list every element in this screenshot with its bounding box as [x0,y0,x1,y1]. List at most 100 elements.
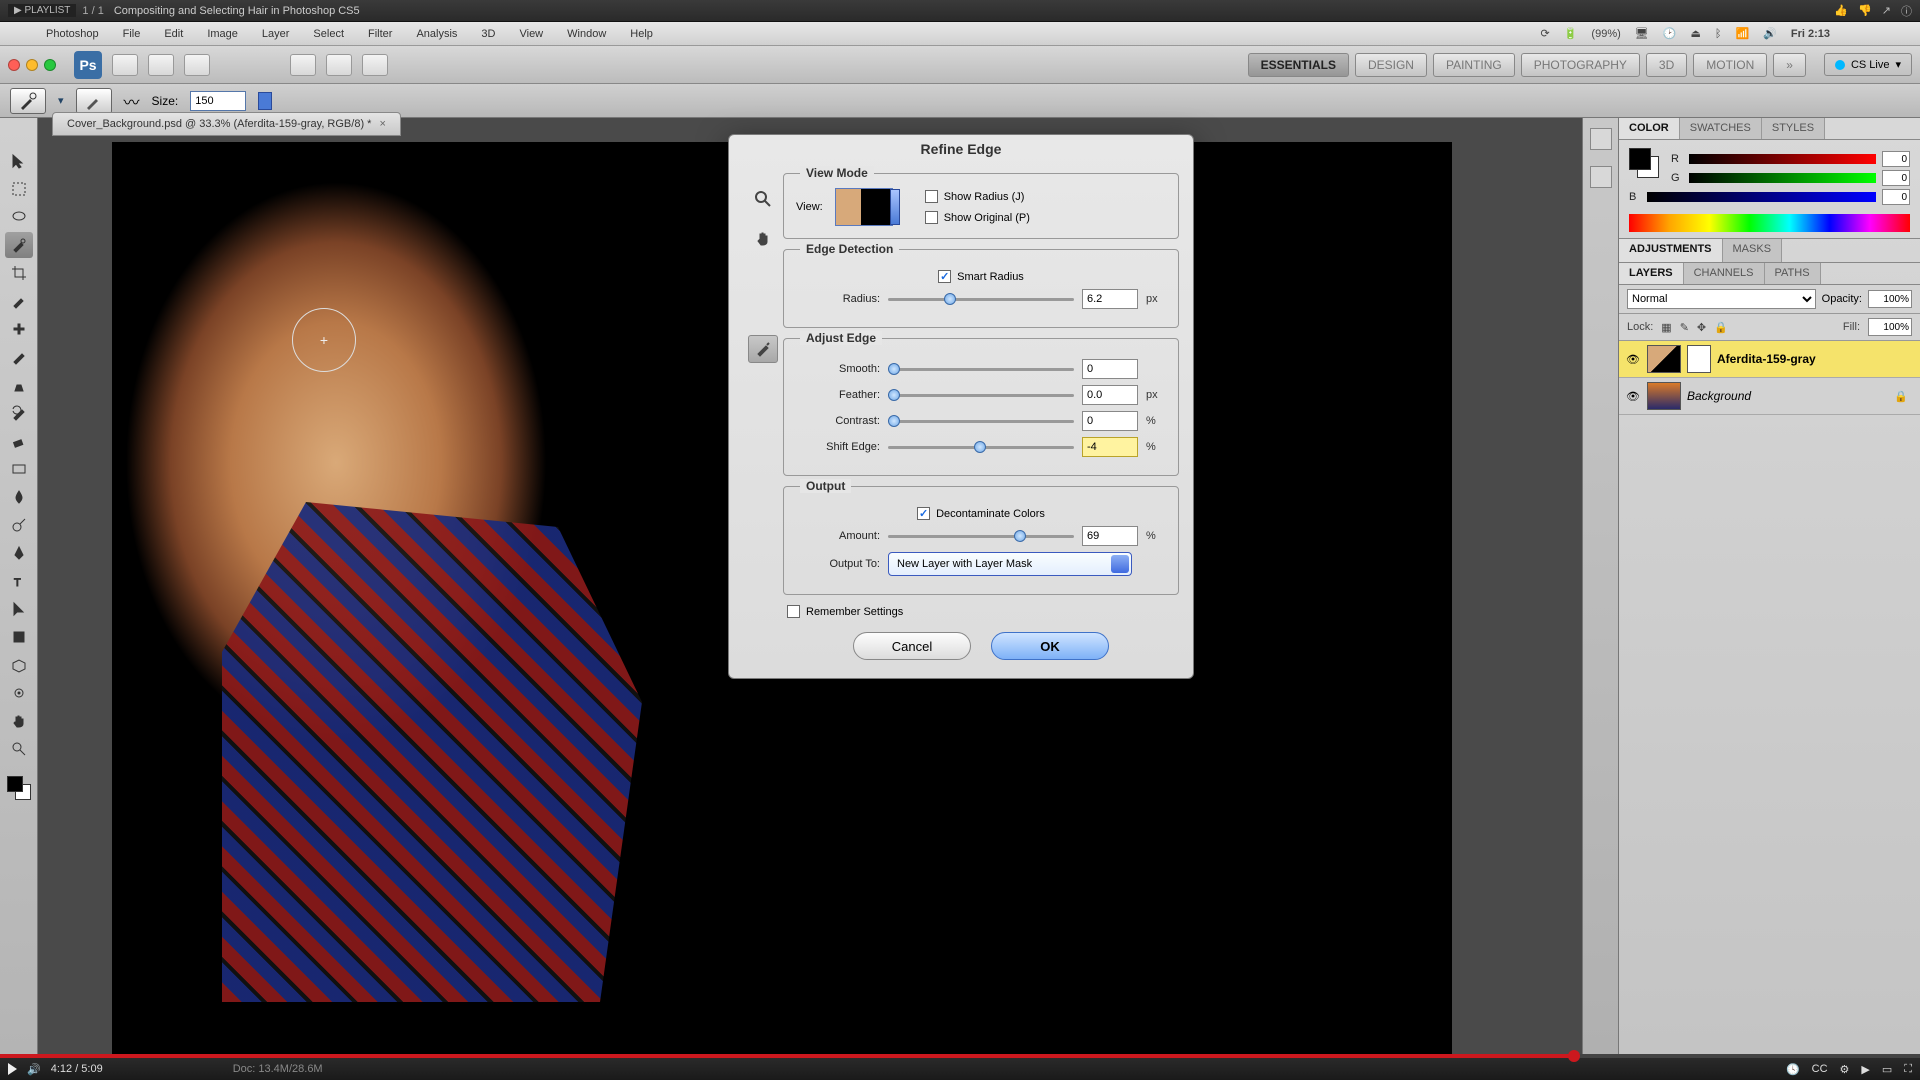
layer-thumbnail[interactable] [1647,382,1681,410]
tab-channels[interactable]: CHANNELS [1684,263,1765,284]
close-window-button[interactable] [8,59,20,71]
tab-layers[interactable]: LAYERS [1619,263,1684,284]
output-to-select[interactable]: New Layer with Layer Mask [888,552,1132,576]
shift-edge-slider[interactable] [888,439,1074,455]
menu-view[interactable]: View [519,28,543,40]
pen-tool[interactable] [5,540,33,566]
video-progress[interactable] [0,1054,1920,1058]
history-brush-tool[interactable] [5,400,33,426]
lock-all-icon[interactable]: 🔒 [1714,321,1728,334]
r-value[interactable] [1882,151,1910,167]
visibility-icon[interactable]: 👁 [1625,390,1641,403]
amount-value[interactable] [1082,526,1138,546]
3d-tool[interactable] [5,652,33,678]
zoom-window-button[interactable] [44,59,56,71]
blend-mode-select[interactable]: Normal [1627,289,1816,309]
brush-tool[interactable] [5,344,33,370]
menu-analysis[interactable]: Analysis [416,28,457,40]
layer-row[interactable]: 👁 Background 🔒 [1619,378,1920,415]
clone-stamp-tool[interactable] [5,372,33,398]
hand-tool-dialog[interactable] [748,225,778,253]
crop-tool[interactable] [5,260,33,286]
foreground-background-colors[interactable] [7,776,31,800]
layer-mask-thumbnail[interactable] [1687,345,1711,373]
volume-icon[interactable]: 🔊 [27,1063,41,1076]
tab-swatches[interactable]: SWATCHES [1680,118,1762,139]
tab-masks[interactable]: MASKS [1723,239,1783,262]
dodge-tool[interactable] [5,512,33,538]
fill-value[interactable] [1868,318,1912,336]
timemachine-icon[interactable]: 🕑 [1663,27,1677,40]
share-icon[interactable]: ↗ [1882,4,1891,17]
brush-swap-icon[interactable]: 〰 [124,89,140,113]
smooth-value[interactable] [1082,359,1138,379]
menu-filter[interactable]: Filter [368,28,392,40]
brush-preset-picker[interactable] [76,88,112,114]
zoom-level-button[interactable] [290,54,316,76]
layer-name[interactable]: Background [1687,389,1751,403]
menu-edit[interactable]: Edit [164,28,183,40]
close-tab-icon[interactable]: × [379,118,385,130]
feather-value[interactable] [1082,385,1138,405]
menu-window[interactable]: Window [567,28,606,40]
cancel-button[interactable]: Cancel [853,632,971,660]
b-slider[interactable] [1647,192,1876,202]
amount-slider[interactable] [888,528,1074,544]
workspace-photography[interactable]: PHOTOGRAPHY [1521,53,1640,77]
brush-size-input[interactable] [190,91,246,111]
menubar-clock[interactable]: Fri 2:13 [1791,28,1830,40]
cc-icon[interactable]: CC [1812,1063,1828,1076]
cs-live-button[interactable]: CS Live▾ [1824,53,1912,76]
eject-icon[interactable]: ⏏ [1690,27,1700,40]
b-value[interactable] [1882,189,1910,205]
refine-radius-tool[interactable] [748,335,778,363]
youtube-icon[interactable]: ▶ [1861,1063,1869,1076]
tab-adjustments[interactable]: ADJUSTMENTS [1619,239,1723,262]
bridge-button[interactable] [112,54,138,76]
thumbs-down-icon[interactable]: 👎 [1858,4,1872,17]
smooth-slider[interactable] [888,361,1074,377]
lock-position-icon[interactable]: ✥ [1697,321,1706,334]
playlist-badge[interactable]: ▶ PLAYLIST [8,4,76,17]
remember-settings-checkbox[interactable]: Remember Settings [787,605,903,618]
bluetooth-icon[interactable]: ᛒ [1715,28,1722,40]
zoom-tool[interactable] [5,736,33,762]
play-button[interactable] [8,1063,17,1075]
zoom-tool-dialog[interactable] [748,185,778,213]
sync-icon[interactable]: ⟳ [1541,27,1550,40]
document-tab[interactable]: Cover_Background.psd @ 33.3% (Aferdita-1… [52,112,401,136]
minimize-window-button[interactable] [26,59,38,71]
watch-later-icon[interactable]: 🕓 [1786,1063,1800,1076]
radius-slider[interactable] [888,291,1074,307]
thumbs-up-icon[interactable]: 👍 [1834,4,1848,17]
g-value[interactable] [1882,170,1910,186]
lasso-tool[interactable] [5,204,33,230]
eyedropper-tool[interactable] [5,288,33,314]
dropdown-arrow-icon[interactable]: ▾ [58,94,64,107]
g-slider[interactable] [1689,173,1876,183]
3d-camera-tool[interactable] [5,680,33,706]
menu-image[interactable]: Image [207,28,238,40]
visibility-icon[interactable]: 👁 [1625,353,1641,366]
menu-photoshop[interactable]: Photoshop [46,28,99,40]
workspace-design[interactable]: DESIGN [1355,53,1427,77]
panel-fgbg-swatch[interactable] [1629,148,1659,178]
marquee-tool[interactable] [5,176,33,202]
history-panel-icon[interactable] [1590,128,1612,150]
r-slider[interactable] [1689,154,1876,164]
theater-icon[interactable]: ▭ [1882,1063,1892,1076]
quick-select-tool[interactable] [5,232,33,258]
tab-styles[interactable]: STYLES [1762,118,1825,139]
menu-select[interactable]: Select [313,28,344,40]
fullscreen-icon[interactable]: ⛶ [1904,1063,1912,1076]
actions-panel-icon[interactable] [1590,166,1612,188]
shape-tool[interactable] [5,624,33,650]
workspace-more[interactable]: » [1773,53,1806,77]
tab-color[interactable]: COLOR [1619,118,1680,139]
menu-help[interactable]: Help [630,28,653,40]
move-tool[interactable] [5,148,33,174]
feather-slider[interactable] [888,387,1074,403]
contrast-slider[interactable] [888,413,1074,429]
minibridge-button[interactable] [148,54,174,76]
shift-edge-value[interactable] [1082,437,1138,457]
